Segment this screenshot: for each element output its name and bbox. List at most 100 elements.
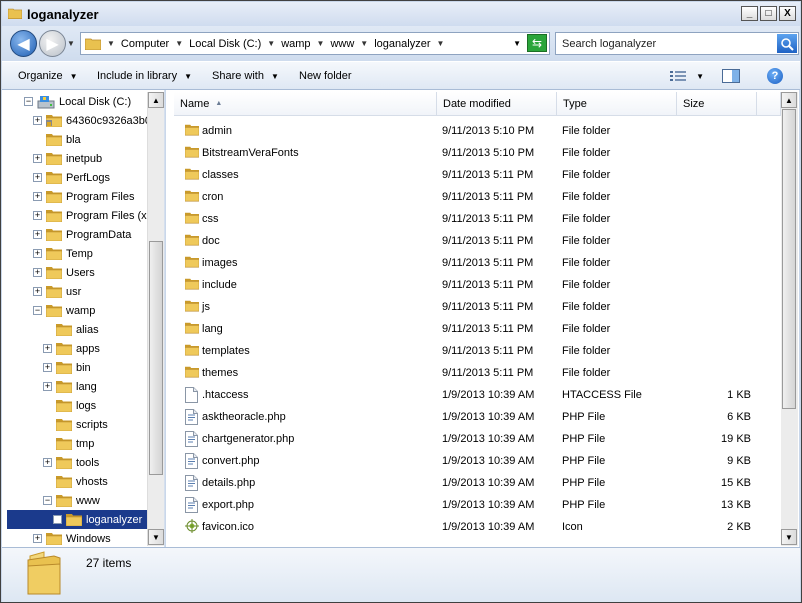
breadcrumb-wamp[interactable]: wamp xyxy=(281,38,310,50)
details-view-icon[interactable] xyxy=(670,70,687,82)
expand-icon[interactable]: + xyxy=(53,515,62,524)
preview-pane-icon[interactable] xyxy=(722,69,740,83)
organize-button[interactable]: Organize ▼ xyxy=(18,70,78,82)
refresh-button[interactable]: ⇆ xyxy=(527,34,547,52)
tree-item-users[interactable]: + Users xyxy=(2,263,162,282)
tree-item-64360c9326a3b0[interactable]: +64360c9326a3b0 xyxy=(2,111,162,130)
file-row[interactable]: themes 9/11/2013 5:11 PM File folder xyxy=(166,362,778,384)
expand-icon[interactable]: + xyxy=(33,534,42,543)
tree-item-vhosts[interactable]: vhosts xyxy=(2,472,162,491)
navigation-pane[interactable]: − Local Disk (C:) +64360c9326a3b0 bla + inetp… xyxy=(2,90,165,547)
expand-icon[interactable]: + xyxy=(33,173,42,182)
tree-item-loganalyzer[interactable]: + loganalyzer xyxy=(7,510,147,529)
scroll-thumb[interactable] xyxy=(782,109,796,409)
tree-item-apps[interactable]: + apps xyxy=(2,339,162,358)
file-list[interactable]: Name ▲ Date modified Type Size admin 9/11… xyxy=(166,90,799,547)
tree-item-usr[interactable]: + usr xyxy=(2,282,162,301)
tree-item-tmp[interactable]: tmp xyxy=(2,434,162,453)
expand-icon[interactable]: + xyxy=(33,268,42,277)
tree-item-scripts[interactable]: scripts xyxy=(2,415,162,434)
expand-icon[interactable]: + xyxy=(43,344,52,353)
file-row[interactable]: asktheoracle.php 1/9/2013 10:39 AM PHP Fil… xyxy=(166,406,778,428)
breadcrumb-arrow-icon[interactable]: ▼ xyxy=(175,39,183,48)
file-row[interactable]: cron 9/11/2013 5:11 PM File folder xyxy=(166,186,778,208)
file-row[interactable]: lang 9/11/2013 5:11 PM File folder xyxy=(166,318,778,340)
collapse-icon[interactable]: − xyxy=(24,97,33,106)
column-header-date[interactable]: Date modified xyxy=(437,92,557,116)
breadcrumb-loganalyzer[interactable]: loganalyzer xyxy=(374,38,430,50)
close-button[interactable]: X xyxy=(779,6,796,21)
expand-icon[interactable]: + xyxy=(43,458,52,467)
file-row[interactable]: js 9/11/2013 5:11 PM File folder xyxy=(166,296,778,318)
file-row[interactable]: css 9/11/2013 5:11 PM File folder xyxy=(166,208,778,230)
expand-icon[interactable]: + xyxy=(33,287,42,296)
file-row[interactable]: favicon.ico 1/9/2013 10:39 AM Icon 2 KB xyxy=(166,516,778,538)
back-button[interactable]: ◀ xyxy=(10,30,37,57)
help-icon[interactable]: ? xyxy=(767,68,783,84)
tree-item-perflogs[interactable]: + PerfLogs xyxy=(2,168,162,187)
scroll-up-button[interactable]: ▲ xyxy=(781,92,797,108)
tree-item-program-files[interactable]: + Program Files xyxy=(2,187,162,206)
tree-item-www[interactable]: − www xyxy=(2,491,162,510)
tree-item-bin[interactable]: + bin xyxy=(2,358,162,377)
expand-icon[interactable]: + xyxy=(43,363,52,372)
tree-item-inetpub[interactable]: + inetpub xyxy=(2,149,162,168)
forward-button[interactable]: ▶ xyxy=(39,30,66,57)
file-row[interactable]: details.php 1/9/2013 10:39 AM PHP File 15 K… xyxy=(166,472,778,494)
column-header-name[interactable]: Name ▲ xyxy=(174,92,437,116)
breadcrumb-local-disk[interactable]: Local Disk (C:) xyxy=(189,38,261,50)
tree-item-alias[interactable]: alias xyxy=(2,320,162,339)
file-row[interactable]: classes 9/11/2013 5:11 PM File folder xyxy=(166,164,778,186)
new-folder-button[interactable]: New folder xyxy=(299,70,352,82)
breadcrumb-arrow-icon[interactable]: ▼ xyxy=(360,39,368,48)
tree-item-tools[interactable]: + tools xyxy=(2,453,162,472)
scroll-down-button[interactable]: ▼ xyxy=(781,529,797,545)
search-input[interactable]: Search loganalyzer xyxy=(555,32,799,55)
tree-item-bla[interactable]: bla xyxy=(2,130,162,149)
search-button[interactable] xyxy=(777,34,797,53)
column-header-size[interactable]: Size xyxy=(677,92,757,116)
file-row[interactable]: .htaccess 1/9/2013 10:39 AM HTACCESS File 1… xyxy=(166,384,778,406)
expand-icon[interactable]: + xyxy=(33,116,42,125)
file-row[interactable]: doc 9/11/2013 5:11 PM File folder xyxy=(166,230,778,252)
tree-item-temp[interactable]: + Temp xyxy=(2,244,162,263)
file-row[interactable]: include 9/11/2013 5:11 PM File folder xyxy=(166,274,778,296)
expand-icon[interactable]: + xyxy=(33,249,42,258)
collapse-icon[interactable]: − xyxy=(33,306,42,315)
address-box[interactable]: ▼ Computer ▼ Local Disk (C:) ▼ wamp ▼ ww… xyxy=(80,32,550,55)
file-row[interactable]: BitstreamVeraFonts 9/11/2013 5:10 PM File … xyxy=(166,142,778,164)
column-header-type[interactable]: Type xyxy=(557,92,677,116)
file-row[interactable]: export.php 1/9/2013 10:39 AM PHP File 13 KB xyxy=(166,494,778,516)
breadcrumb-www[interactable]: www xyxy=(330,38,354,50)
tree-item-program-files-x8[interactable]: + Program Files (x8 xyxy=(2,206,162,225)
file-row[interactable]: templates 9/11/2013 5:11 PM File folder xyxy=(166,340,778,362)
include-in-library-button[interactable]: Include in library ▼ xyxy=(97,70,192,82)
tree-item-local-disk-c[interactable]: − Local Disk (C:) xyxy=(2,92,162,111)
expand-icon[interactable]: + xyxy=(33,211,42,220)
tree-item-wamp[interactable]: − wamp xyxy=(2,301,162,320)
tree-item-lang[interactable]: + lang xyxy=(2,377,162,396)
address-history-dropdown[interactable]: ▼ xyxy=(513,39,521,48)
expand-icon[interactable]: + xyxy=(43,382,52,391)
share-with-button[interactable]: Share with ▼ xyxy=(212,70,279,82)
navigation-scrollbar[interactable]: ▲ ▼ xyxy=(147,92,164,546)
recent-pages-dropdown[interactable]: ▼ xyxy=(67,39,75,48)
tree-item-programdata[interactable]: + ProgramData xyxy=(2,225,162,244)
minimize-button[interactable]: _ xyxy=(741,6,758,21)
expand-icon[interactable]: + xyxy=(33,230,42,239)
tree-item-logs[interactable]: logs xyxy=(2,396,162,415)
breadcrumb-computer[interactable]: Computer xyxy=(121,38,169,50)
scroll-down-button[interactable]: ▼ xyxy=(148,529,164,545)
file-row[interactable]: images 9/11/2013 5:11 PM File folder xyxy=(166,252,778,274)
scroll-up-button[interactable]: ▲ xyxy=(148,92,164,108)
maximize-button[interactable]: □ xyxy=(760,6,777,21)
view-options-dropdown[interactable]: ▼ xyxy=(696,72,704,81)
breadcrumb-arrow-icon[interactable]: ▼ xyxy=(436,39,444,48)
breadcrumb-arrow-icon[interactable]: ▼ xyxy=(107,39,115,48)
breadcrumb-arrow-icon[interactable]: ▼ xyxy=(317,39,325,48)
expand-icon[interactable]: + xyxy=(33,192,42,201)
collapse-icon[interactable]: − xyxy=(43,496,52,505)
file-row[interactable]: convert.php 1/9/2013 10:39 AM PHP File 9 KB xyxy=(166,450,778,472)
file-row[interactable]: admin 9/11/2013 5:10 PM File folder xyxy=(166,120,778,142)
breadcrumb-arrow-icon[interactable]: ▼ xyxy=(267,39,275,48)
